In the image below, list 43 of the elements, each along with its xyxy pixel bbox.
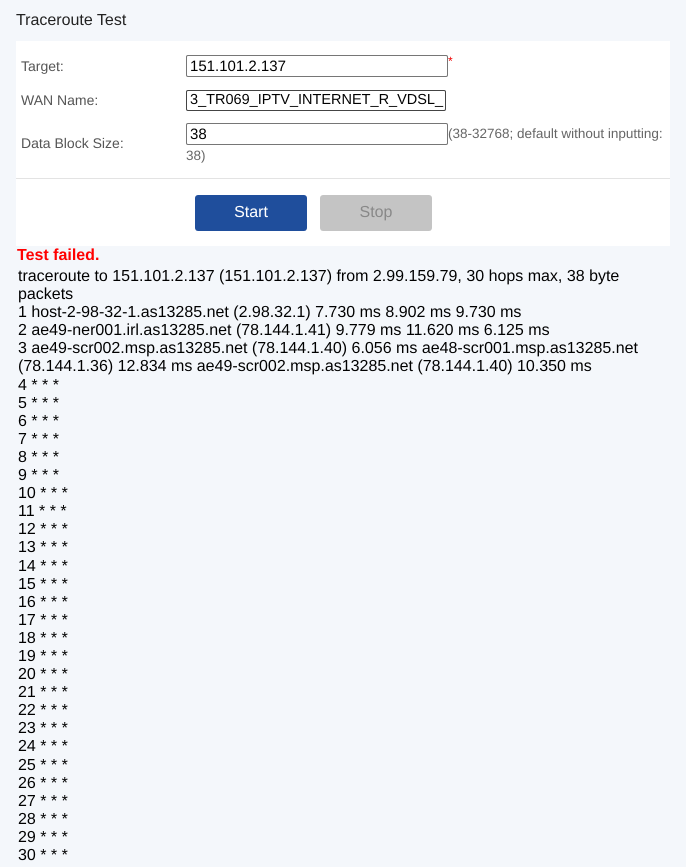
output-line: 16 * * * <box>18 594 69 612</box>
output-line: 18 * * * <box>18 630 69 648</box>
output-line: 22 * * * <box>18 702 69 720</box>
status-text: Test failed. <box>16 247 100 265</box>
output-line: 27 * * * <box>18 792 69 811</box>
output-line: 6 * * * <box>18 412 60 431</box>
required-mark: * <box>448 54 453 68</box>
page-title: Traceroute Test <box>16 11 128 31</box>
field-label: Data Block Size: <box>21 135 125 151</box>
output-line: 13 * * * <box>18 539 69 558</box>
output-line: 4 * * * <box>18 376 60 395</box>
field-label: WAN Name: <box>21 92 100 108</box>
output-line: 24 * * * <box>18 738 69 757</box>
output-line: 10 * * * <box>18 485 69 504</box>
hint-text: 38) <box>186 147 206 165</box>
text-field[interactable]: 38 <box>186 123 448 145</box>
output-line: 28 * * * <box>18 810 69 829</box>
output-line: 3 ae49-scr002.msp.as13285.net (78.144.1.40) 6.056 ms ae48-scr001.msp.as13285.net (78.144.1.36) 12.834 ms ae49-scr002.msp.as13285.net (78.144.1.40) 10.350 ms <box>18 340 639 377</box>
wan-select[interactable]: 3_TR069_IPTV_INTERNET_R_VDSL_ <box>186 90 446 111</box>
output-line: 11 * * * <box>18 503 68 522</box>
output-line: 19 * * * <box>18 648 69 666</box>
output-line: 30 * * * <box>18 847 69 866</box>
output-line: 20 * * * <box>18 666 69 684</box>
output-line: 1 host-2-98-32-1.as13285.net (2.98.32.1) 7.730 ms 8.902 ms 9.730 ms <box>18 304 522 322</box>
output-line: 2 ae49-ner001.irl.as13285.net (78.144.1.41) 9.779 ms 11.620 ms 6.125 ms <box>18 322 551 340</box>
output-line: 26 * * * <box>18 774 69 793</box>
output-line: 23 * * * <box>18 720 69 738</box>
text-field[interactable]: 151.101.2.137 <box>186 55 448 77</box>
hint-text: (38-32768; default without inputting: <box>448 126 663 141</box>
output-line: traceroute to 151.101.2.137 (151.101.2.137) from 2.99.159.79, 30 hops max, 38 byte packets <box>18 268 620 304</box>
action-button[interactable]: Start <box>195 195 307 231</box>
output-line: 25 * * * <box>18 756 69 775</box>
output-line: 12 * * * <box>18 521 69 540</box>
output-line: 15 * * * <box>18 576 69 594</box>
output-line: 21 * * * <box>18 684 69 702</box>
output-line: 9 * * * <box>18 467 60 486</box>
output-line: 7 * * * <box>18 430 60 449</box>
output-line: 14 * * * <box>18 558 69 576</box>
output-line: 17 * * * <box>18 612 69 630</box>
output-line: 8 * * * <box>18 448 60 468</box>
output-line: 5 * * * <box>18 394 60 413</box>
field-label: Target: <box>21 58 65 74</box>
output-line: 29 * * * <box>18 828 69 847</box>
